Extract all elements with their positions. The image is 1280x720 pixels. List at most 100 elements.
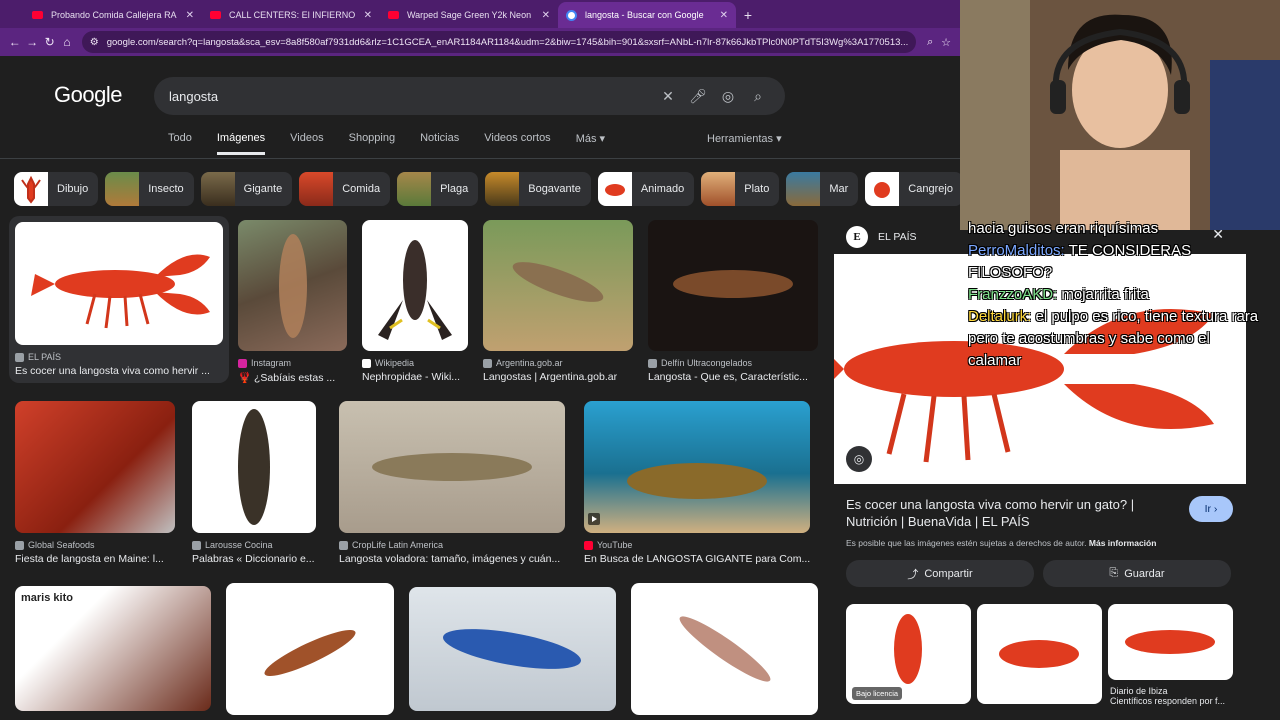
tab-videos[interactable]: Videos [290,132,323,155]
chip-thumbnail [105,172,140,206]
browser-tab[interactable]: Probando Comida Callejera RA ✕ [24,2,202,28]
lens-icon[interactable]: ◎ [713,88,743,105]
tab-short-videos[interactable]: Videos cortos [484,132,550,155]
chip-thumbnail [597,172,632,206]
close-icon[interactable]: ✕ [364,10,372,21]
chip[interactable]: Plato [701,172,780,206]
result-source: Wikipedia [362,358,468,368]
image-result[interactable]: Delfín Ultracongelados Langosta - Que es… [648,220,818,383]
image-result[interactable]: Larousse Cocina Palabras « Diccionario e… [192,401,316,565]
clear-icon[interactable]: ✕ [653,88,683,105]
browser-tab[interactable]: Warped Sage Green Y2k Neon ✕ [380,2,558,28]
chip-label: Bogavante [528,183,581,195]
chip[interactable]: Gigante [200,172,293,206]
result-title[interactable]: Langostas | Argentina.gob.ar [483,371,633,383]
visit-button[interactable]: Ir › [1189,496,1233,522]
image-result[interactable]: Wikipedia Nephropidae - Wiki... [362,220,468,383]
chip-label: Plato [744,183,770,195]
share-button[interactable]: ⤴ Compartir [846,560,1034,587]
chip-thumbnail [786,172,821,206]
image-result-selected[interactable]: EL PAÍS Es cocer una langosta viva como … [9,216,229,383]
youtube-icon [388,11,399,19]
image-result[interactable]: Instagram 🦞 ¿Sabíais estas ... [238,220,347,384]
chip-label: Dibujo [57,183,89,195]
close-icon[interactable]: ✕ [186,10,194,21]
result-title[interactable]: Palabras « Diccionario e... [192,553,316,565]
chip[interactable]: Insecto [105,172,194,206]
favicon-icon [192,540,201,550]
close-icon[interactable]: ✕ [542,10,550,21]
image-result[interactable]: Argentina.gob.ar Langostas | Argentina.g… [483,220,633,383]
chat-message: PerroMalditos: TE CONSIDERAS FILOSOFO? [968,240,1260,284]
chip[interactable]: Dibujo [14,172,99,206]
tab-news[interactable]: Noticias [420,132,459,155]
image-result[interactable]: Global Seafoods Fiesta de langosta en Ma… [15,401,175,565]
site-info-icon[interactable]: ⚙ [90,37,99,48]
home-icon[interactable]: ⌂ [58,31,75,53]
chip[interactable]: Mar [786,172,859,206]
tab-shopping[interactable]: Shopping [349,132,396,155]
result-title[interactable]: Fiesta de langosta en Maine: l... [15,553,175,565]
tab-more[interactable]: Más ▾ [576,132,605,155]
image-result[interactable]: CropLife Latin America Langosta voladora… [339,401,565,565]
bookmark-star-icon[interactable]: ☆ [938,36,954,49]
image-result[interactable]: maris kito [15,586,211,711]
favicon-icon [15,352,24,362]
tab-title: Probando Comida Callejera RA [51,10,177,20]
save-label: Guardar [1124,567,1165,580]
forward-icon[interactable]: → [23,31,40,53]
stream-chat-overlay: hacia guisos eran riquísimas PerroMaldit… [968,218,1260,372]
chip[interactable]: Comida [299,172,391,206]
related-image[interactable] [977,604,1102,704]
result-title[interactable]: Langosta voladora: tamaño, imágenes y cu… [339,553,565,565]
panel-source[interactable]: E EL PAÍS [846,226,917,248]
browser-tab-active[interactable]: langosta - Buscar con Google ✕ [558,2,736,28]
chat-username: PerroMalditos: [968,242,1065,259]
new-tab-button[interactable]: + [736,2,760,28]
panel-title[interactable]: Es cocer una langosta viva como hervir u… [846,496,1166,530]
search-input[interactable]: langosta [169,89,653,104]
close-icon[interactable]: ✕ [720,10,728,21]
search-icon[interactable]: ⌕ [743,88,773,105]
image-result[interactable]: YouTube En Busca de LANGOSTA GIGANTE par… [584,401,810,565]
bookmark-icon: ⎘ [1109,567,1119,579]
chip-thumbnail [397,172,432,206]
related-image[interactable]: Bajo licencia [846,604,971,704]
address-bar[interactable]: ⚙ google.com/search?q=langosta&sca_esv=8… [81,31,917,53]
lens-search-icon[interactable]: ◎ [846,446,872,472]
mariskito-logo: maris kito [21,592,73,604]
zoom-icon[interactable]: ⌕ [922,36,938,49]
image-result[interactable] [409,587,616,711]
google-logo[interactable]: Google [54,82,122,108]
save-button[interactable]: ⎘ Guardar [1043,560,1231,587]
tools-button[interactable]: Herramientas ▾ [707,132,782,145]
chip[interactable]: Plaga [397,172,479,206]
source-label: Larousse Cocina [205,540,273,550]
chip[interactable]: Animado [597,172,695,206]
result-title[interactable]: 🦞 ¿Sabíais estas ... [238,371,347,384]
result-title[interactable]: Es cocer una langosta viva como hervir .… [15,365,223,377]
favicon-icon [648,358,657,368]
tab-todo[interactable]: Todo [168,132,192,155]
related-image[interactable] [1108,604,1233,680]
image-result[interactable] [226,583,394,715]
result-title[interactable]: Langosta - Que es, Característic... [648,371,818,383]
divider [0,158,960,159]
result-title[interactable]: Nephropidae - Wiki... [362,371,468,383]
related-title[interactable]: Científicos responden por f... [1110,696,1235,706]
browser-tab[interactable]: CALL CENTERS: El INFIERNO al ✕ [202,2,380,28]
image-result[interactable] [631,583,818,715]
search-box[interactable]: langosta ✕ 🎤︎ ◎ ⌕ [154,77,785,115]
chip[interactable]: Cangrejo [865,172,963,206]
reload-icon[interactable]: ↻ [41,31,58,53]
back-icon[interactable]: ← [6,31,23,53]
microphone-icon[interactable]: 🎤︎ [683,88,713,105]
result-image [648,220,818,351]
tab-images[interactable]: Imágenes [216,132,266,155]
result-title[interactable]: En Busca de LANGOSTA GIGANTE para Com... [584,553,810,565]
result-source: Argentina.gob.ar [483,358,633,368]
more-info-link[interactable]: Más información [1089,538,1157,548]
chip[interactable]: Bogavante [485,172,591,206]
chip-label: Cangrejo [908,183,953,195]
screen: Probando Comida Callejera RA ✕ CALL CENT… [0,0,1280,720]
